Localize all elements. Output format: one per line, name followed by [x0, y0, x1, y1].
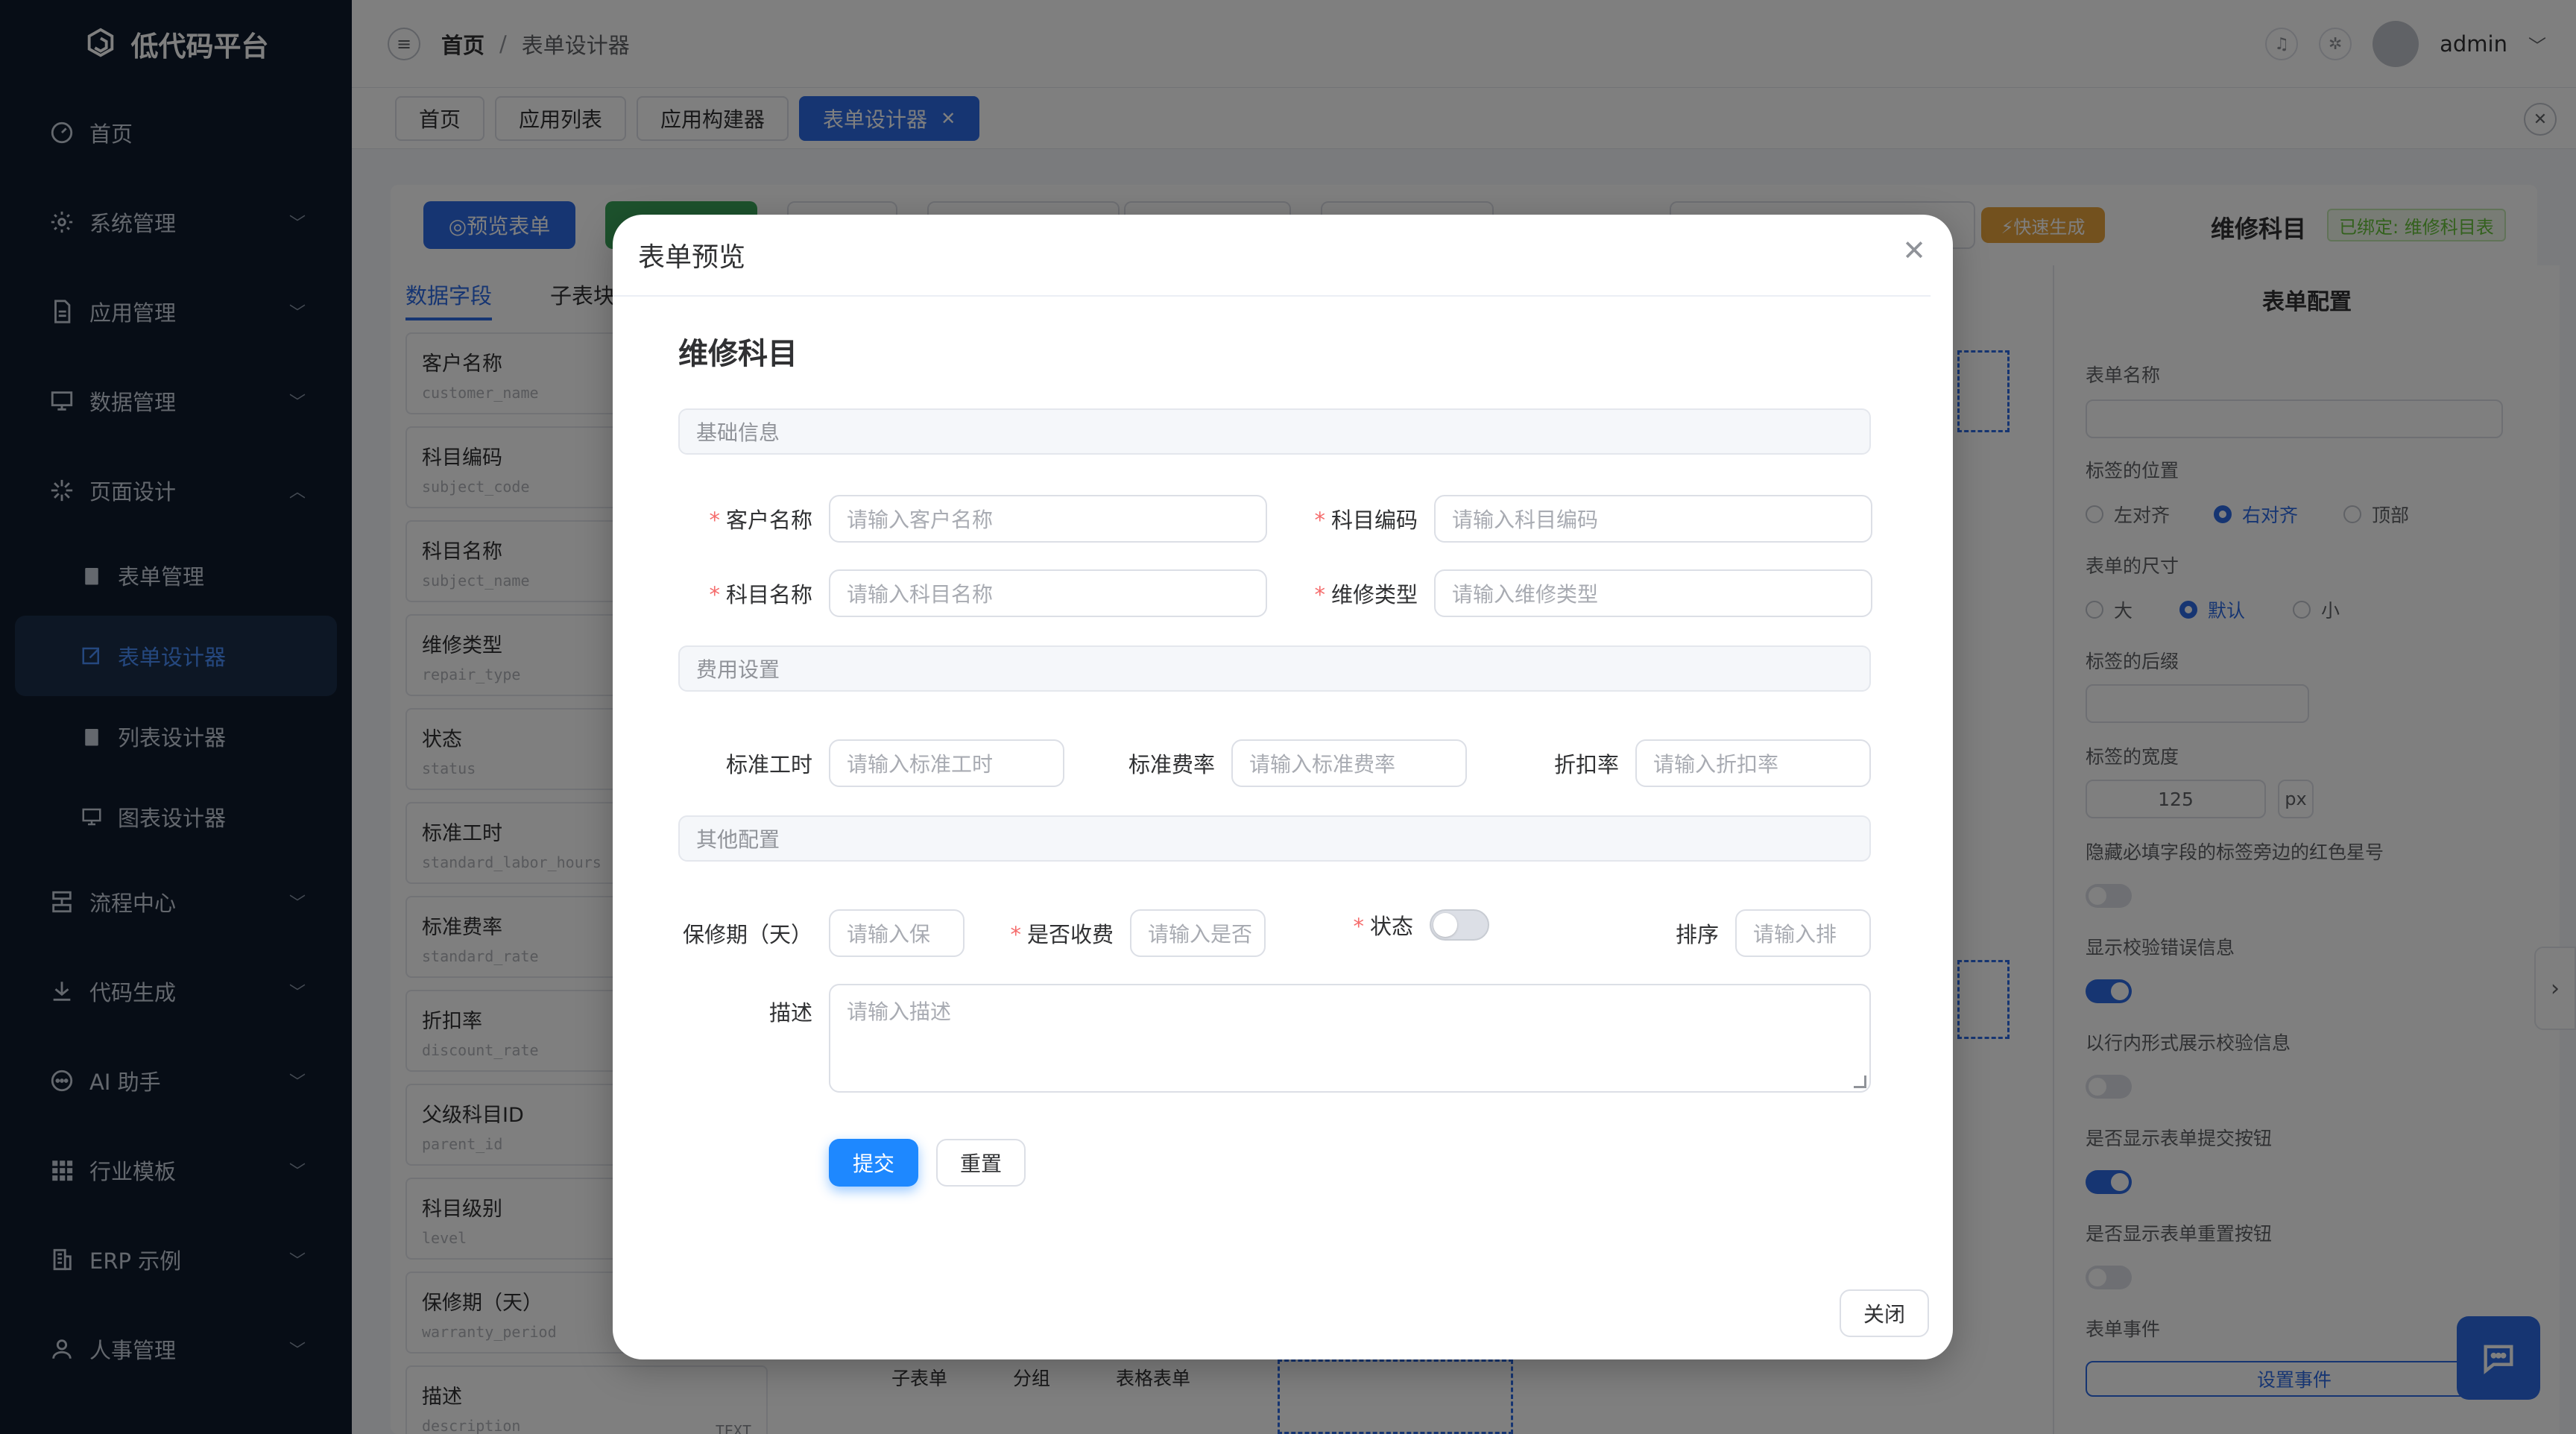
required-asterisk: * [1010, 922, 1021, 947]
field-label: * 状态 [1279, 909, 1413, 941]
charged-input[interactable]: 请输入是否 [1130, 909, 1266, 957]
field-subject-code: * 科目编码 请输入科目编码 [1284, 495, 1872, 543]
subject-code-input[interactable]: 请输入科目编码 [1434, 495, 1872, 543]
sort-input[interactable]: 请输入排 [1735, 909, 1871, 957]
field-label: * 客户名称 [678, 503, 812, 534]
required-asterisk: * [1314, 582, 1325, 607]
discount-rate-input[interactable]: 请输入折扣率 [1635, 739, 1871, 787]
field-sort: 排序 请输入排 [1598, 909, 1871, 957]
field-label: 折扣率 [1553, 752, 1619, 777]
field-label-text: 是否收费 [1026, 922, 1114, 947]
warranty-input[interactable]: 请输入保 [829, 909, 965, 957]
field-description: 描述 请输入描述 [678, 984, 1871, 1093]
required-asterisk: * [1314, 508, 1325, 533]
field-label: 标准工时 [725, 752, 812, 777]
description-textarea[interactable]: 请输入描述 [829, 984, 1871, 1093]
standard-hours-input[interactable]: 请输入标准工时 [829, 739, 1064, 787]
field-charged: * 是否收费 请输入是否 [965, 909, 1266, 957]
field-label-text: 状态 [1369, 914, 1413, 939]
status-switch[interactable] [1430, 909, 1489, 941]
field-standard-rate: 标准费率 请输入标准费率 [1081, 739, 1467, 787]
form-preview-dialog: 表单预览 ✕ 维修科目 基础信息 * 客户名称 请输入客户名称 * 科目编码 请输入… [613, 215, 1953, 1359]
standard-rate-input[interactable]: 请输入标准费率 [1231, 739, 1467, 787]
customer-name-input[interactable]: 请输入客户名称 [829, 495, 1267, 543]
field-status: * 状态 [1279, 909, 1489, 941]
field-label: 排序 [1675, 922, 1719, 947]
repair-type-input[interactable]: 请输入维修类型 [1434, 569, 1872, 617]
field-discount-rate: 折扣率 请输入折扣率 [1485, 739, 1871, 787]
dialog-body: 维修科目 基础信息 * 客户名称 请输入客户名称 * 科目编码 请输入科目编码 * 科… [678, 312, 1872, 1187]
field-label-text: 科目名称 [725, 582, 812, 607]
field-label-text: 科目编码 [1330, 508, 1418, 533]
field-label: * 科目编码 [1284, 503, 1418, 534]
close-icon[interactable]: ✕ [1902, 234, 1926, 267]
section-cost-settings: 费用设置 [678, 645, 1871, 692]
dialog-header: 表单预览 [613, 215, 1931, 297]
field-standard-hours: 标准工时 请输入标准工时 [678, 739, 1064, 787]
required-asterisk: * [1353, 914, 1364, 939]
field-label-text: 客户名称 [725, 508, 812, 533]
required-asterisk: * [709, 582, 720, 607]
close-button[interactable]: 关闭 [1840, 1289, 1929, 1337]
field-subject-name: * 科目名称 请输入科目名称 [678, 569, 1267, 617]
submit-button[interactable]: 提交 [829, 1139, 918, 1187]
field-customer-name: * 客户名称 请输入客户名称 [678, 495, 1267, 543]
field-repair-type: * 维修类型 请输入维修类型 [1284, 569, 1872, 617]
field-label-text: 维修类型 [1330, 582, 1418, 607]
field-label: * 科目名称 [678, 578, 812, 609]
field-warranty: 保修期（天） 请输入保 [678, 909, 965, 957]
field-label: * 维修类型 [1284, 578, 1418, 609]
required-asterisk: * [709, 508, 720, 533]
form-title: 维修科目 [678, 337, 798, 371]
section-basic-info: 基础信息 [678, 408, 1871, 455]
field-label: 描述 [768, 1000, 812, 1026]
dialog-title: 表单预览 [638, 242, 746, 273]
field-label: 保修期（天） [682, 922, 812, 947]
reset-button[interactable]: 重置 [936, 1139, 1026, 1187]
field-label: 标准费率 [1128, 752, 1215, 777]
field-label: * 是否收费 [965, 917, 1114, 949]
subject-name-input[interactable]: 请输入科目名称 [829, 569, 1267, 617]
section-other-config: 其他配置 [678, 815, 1871, 862]
